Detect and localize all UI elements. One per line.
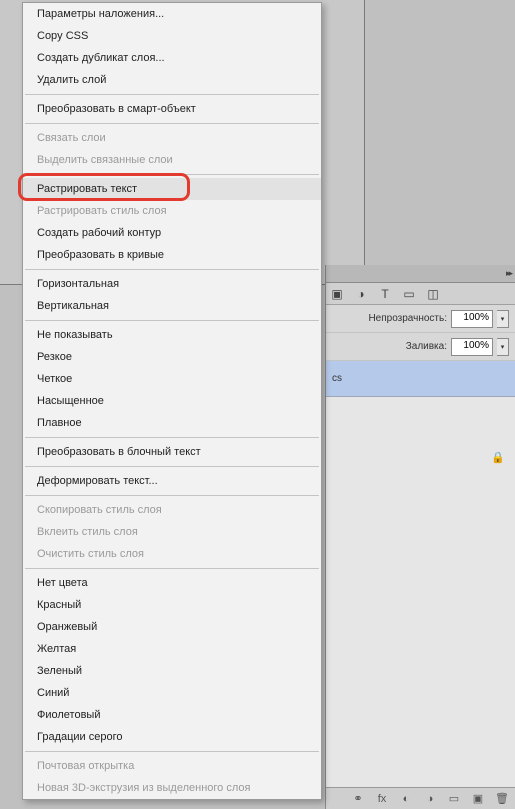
mask-icon[interactable]: ◐ [399, 792, 413, 806]
menu-item[interactable]: Синий [23, 682, 321, 704]
menu-item[interactable]: Фиолетовый [23, 704, 321, 726]
menu-item: Почтовая открытка [23, 755, 321, 777]
fill-input[interactable]: 100% [451, 338, 493, 356]
menu-item[interactable]: Деформировать текст... [23, 470, 321, 492]
trash-icon[interactable]: 🗑 [495, 792, 509, 806]
menu-item: Скопировать стиль слоя [23, 499, 321, 521]
link-icon[interactable]: ⚭ [351, 792, 365, 806]
lock-icon[interactable]: 🔒 [491, 451, 505, 464]
shape-icon[interactable]: ▭ [402, 287, 416, 301]
layer-name: cs [332, 373, 342, 384]
menu-item[interactable]: Красный [23, 594, 321, 616]
menu-item: Растрировать стиль слоя [23, 200, 321, 222]
collapse-arrows-icon[interactable]: ▸▸ [506, 268, 511, 279]
layers-list-area: 🔒 [326, 397, 515, 787]
menu-item[interactable]: Оранжевый [23, 616, 321, 638]
menu-separator [25, 123, 319, 124]
menu-item: Очистить стиль слоя [23, 543, 321, 565]
adjustment-icon[interactable]: ◑ [423, 792, 437, 806]
layer-context-menu: Параметры наложения...Copy CSSСоздать ду… [22, 2, 322, 800]
folder-icon[interactable]: ▭ [447, 792, 461, 806]
fill-label: Заливка: [406, 341, 447, 352]
menu-item[interactable]: Растрировать текст [23, 178, 321, 200]
menu-separator [25, 269, 319, 270]
menu-separator [25, 751, 319, 752]
menu-separator [25, 174, 319, 175]
adjust-icon[interactable]: ◑ [354, 287, 368, 301]
image-icon[interactable]: ▣ [330, 287, 344, 301]
menu-item[interactable]: Copy CSS [23, 25, 321, 47]
layers-footer: ⚭ fx ◐ ◑ ▭ ▣ 🗑 [326, 787, 515, 809]
opacity-dropdown[interactable]: ▾ [497, 310, 509, 328]
layers-panel: ▸▸ ▣ ◑ T ▭ ◫ Непрозрачность: 100%▾ Залив… [325, 265, 515, 809]
menu-item[interactable]: Зеленый [23, 660, 321, 682]
menu-separator [25, 466, 319, 467]
menu-item[interactable]: Преобразовать в кривые [23, 244, 321, 266]
menu-item: Новая 3D-экструзия из выделенного слоя [23, 777, 321, 799]
menu-item[interactable]: Градации серого [23, 726, 321, 748]
menu-item[interactable]: Горизонтальная [23, 273, 321, 295]
fx-icon[interactable]: fx [375, 792, 389, 806]
opacity-row: Непрозрачность: 100%▾ [326, 305, 515, 333]
menu-item[interactable]: Удалить слой [23, 69, 321, 91]
menu-item: Выделить связанные слои [23, 149, 321, 171]
menu-item[interactable]: Насыщенное [23, 390, 321, 412]
text-icon[interactable]: T [378, 287, 392, 301]
menu-item[interactable]: Преобразовать в блочный текст [23, 441, 321, 463]
menu-separator [25, 94, 319, 95]
opacity-label: Непрозрачность: [368, 313, 447, 324]
new-layer-icon[interactable]: ▣ [471, 792, 485, 806]
menu-item[interactable]: Резкое [23, 346, 321, 368]
effects-icon[interactable]: ◫ [426, 287, 440, 301]
fill-dropdown[interactable]: ▾ [497, 338, 509, 356]
menu-separator [25, 568, 319, 569]
menu-item[interactable]: Четкое [23, 368, 321, 390]
menu-item[interactable]: Преобразовать в смарт-объект [23, 98, 321, 120]
menu-item: Вклеить стиль слоя [23, 521, 321, 543]
layer-row-selected[interactable]: cs [326, 361, 515, 397]
menu-separator [25, 437, 319, 438]
panel-icon-row: ▣ ◑ T ▭ ◫ [326, 283, 515, 305]
menu-item: Связать слои [23, 127, 321, 149]
menu-item[interactable]: Создать рабочий контур [23, 222, 321, 244]
menu-item[interactable]: Желтая [23, 638, 321, 660]
panel-tabs: ▸▸ [326, 265, 515, 283]
menu-item[interactable]: Вертикальная [23, 295, 321, 317]
opacity-input[interactable]: 100% [451, 310, 493, 328]
menu-separator [25, 320, 319, 321]
menu-separator [25, 495, 319, 496]
menu-item[interactable]: Параметры наложения... [23, 3, 321, 25]
menu-item[interactable]: Нет цвета [23, 572, 321, 594]
menu-item[interactable]: Не показывать [23, 324, 321, 346]
fill-row: Заливка: 100%▾ [326, 333, 515, 361]
menu-item[interactable]: Плавное [23, 412, 321, 434]
menu-item[interactable]: Создать дубликат слоя... [23, 47, 321, 69]
